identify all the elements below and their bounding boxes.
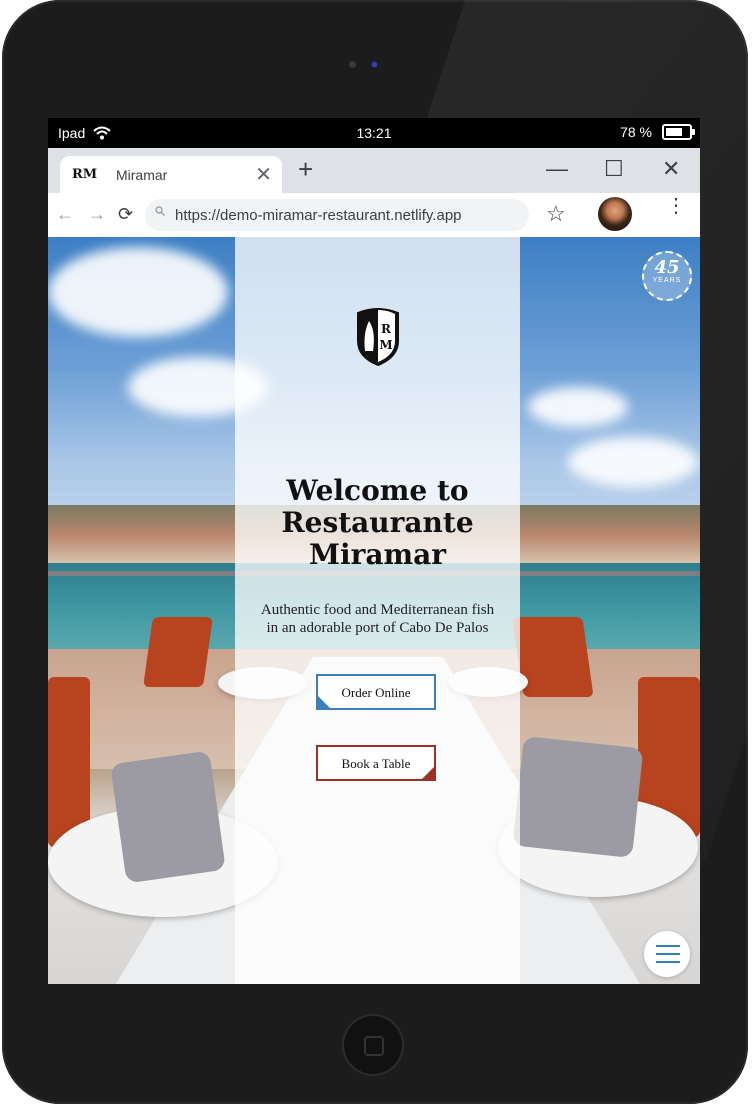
svg-text:R: R — [381, 322, 392, 336]
status-bar: Ipad 13:21 78 % — [48, 118, 700, 148]
tab-close-icon[interactable]: ✕ — [255, 162, 272, 187]
front-camera-icon — [368, 58, 381, 71]
battery-icon — [662, 124, 695, 140]
browser-tab-bar: RM Miramar ✕ + — ☐ ✕ — [48, 148, 700, 193]
hero-section: R M 45 YEARS Welcome to Restaurante Mira… — [48, 237, 700, 984]
hero-title-line: Miramar — [308, 538, 447, 571]
new-tab-button[interactable]: + — [298, 156, 313, 182]
hero-subtitle-line: Authentic food and Mediterranean fish — [260, 602, 495, 618]
svg-text:M: M — [379, 338, 392, 352]
napkin-left — [110, 750, 226, 884]
bookmark-star-icon[interactable]: ☆ — [546, 201, 566, 227]
address-bar[interactable]: https://demo-miramar-restaurant.netlify.… — [145, 199, 529, 231]
order-online-button[interactable]: Order Online — [316, 674, 436, 710]
maximize-button[interactable]: ☐ — [604, 156, 624, 182]
window-close-button[interactable]: ✕ — [662, 156, 680, 182]
book-table-button[interactable]: Book a Table — [316, 745, 436, 781]
clock: 13:21 — [356, 125, 392, 141]
hero-subtitle: Authentic food and Mediterranean fish in… — [235, 601, 520, 637]
menu-icon-bar — [656, 953, 680, 955]
forward-button[interactable]: → — [88, 204, 106, 225]
cloud-shape — [528, 387, 628, 427]
profile-avatar[interactable] — [598, 197, 632, 231]
napkin-right — [512, 736, 644, 858]
device-screen: Ipad 13:21 78 % RM Miramar ✕ + — ☐ ✕ ← →… — [48, 118, 700, 984]
anniversary-badge: 45 YEARS — [642, 251, 692, 301]
cloud-shape — [48, 247, 228, 337]
browser-tab[interactable]: RM Miramar ✕ — [60, 156, 282, 193]
browser-menu-icon[interactable]: ⋮ — [666, 196, 686, 216]
tab-title: Miramar — [116, 167, 168, 183]
ipad-device-frame: Ipad 13:21 78 % RM Miramar ✕ + — ☐ ✕ ← →… — [2, 0, 748, 1104]
hero-subtitle-line: in an adorable port of Cabo De Palos — [266, 620, 489, 636]
hero-title: Welcome to Restaurante Miramar — [235, 475, 520, 571]
cloud-shape — [568, 437, 698, 487]
back-button[interactable]: ← — [56, 204, 74, 225]
browser-toolbar: ← → ⟳ https://demo-miramar-restaurant.ne… — [48, 193, 700, 238]
light-sensor — [349, 61, 356, 68]
home-square-icon — [364, 1036, 384, 1056]
url-text: https://demo-miramar-restaurant.netlify.… — [175, 207, 462, 224]
tab-favicon: RM — [72, 167, 98, 182]
minimize-button[interactable]: — — [546, 156, 568, 182]
hero-title-line: Welcome to — [286, 474, 469, 507]
home-button[interactable] — [344, 1016, 402, 1074]
battery-percent: 78 % — [620, 124, 652, 140]
chair-left-back — [143, 617, 213, 687]
hero-title-line: Restaurante — [281, 506, 474, 539]
anniversary-label: YEARS — [652, 277, 682, 284]
hamburger-menu-button[interactable] — [644, 931, 690, 977]
menu-icon-bar — [656, 961, 680, 963]
menu-icon-bar — [656, 945, 680, 947]
search-icon — [155, 206, 165, 216]
restaurant-logo[interactable]: R M — [354, 307, 402, 367]
anniversary-number: 45 — [654, 257, 680, 278]
reload-button[interactable]: ⟳ — [118, 204, 133, 225]
